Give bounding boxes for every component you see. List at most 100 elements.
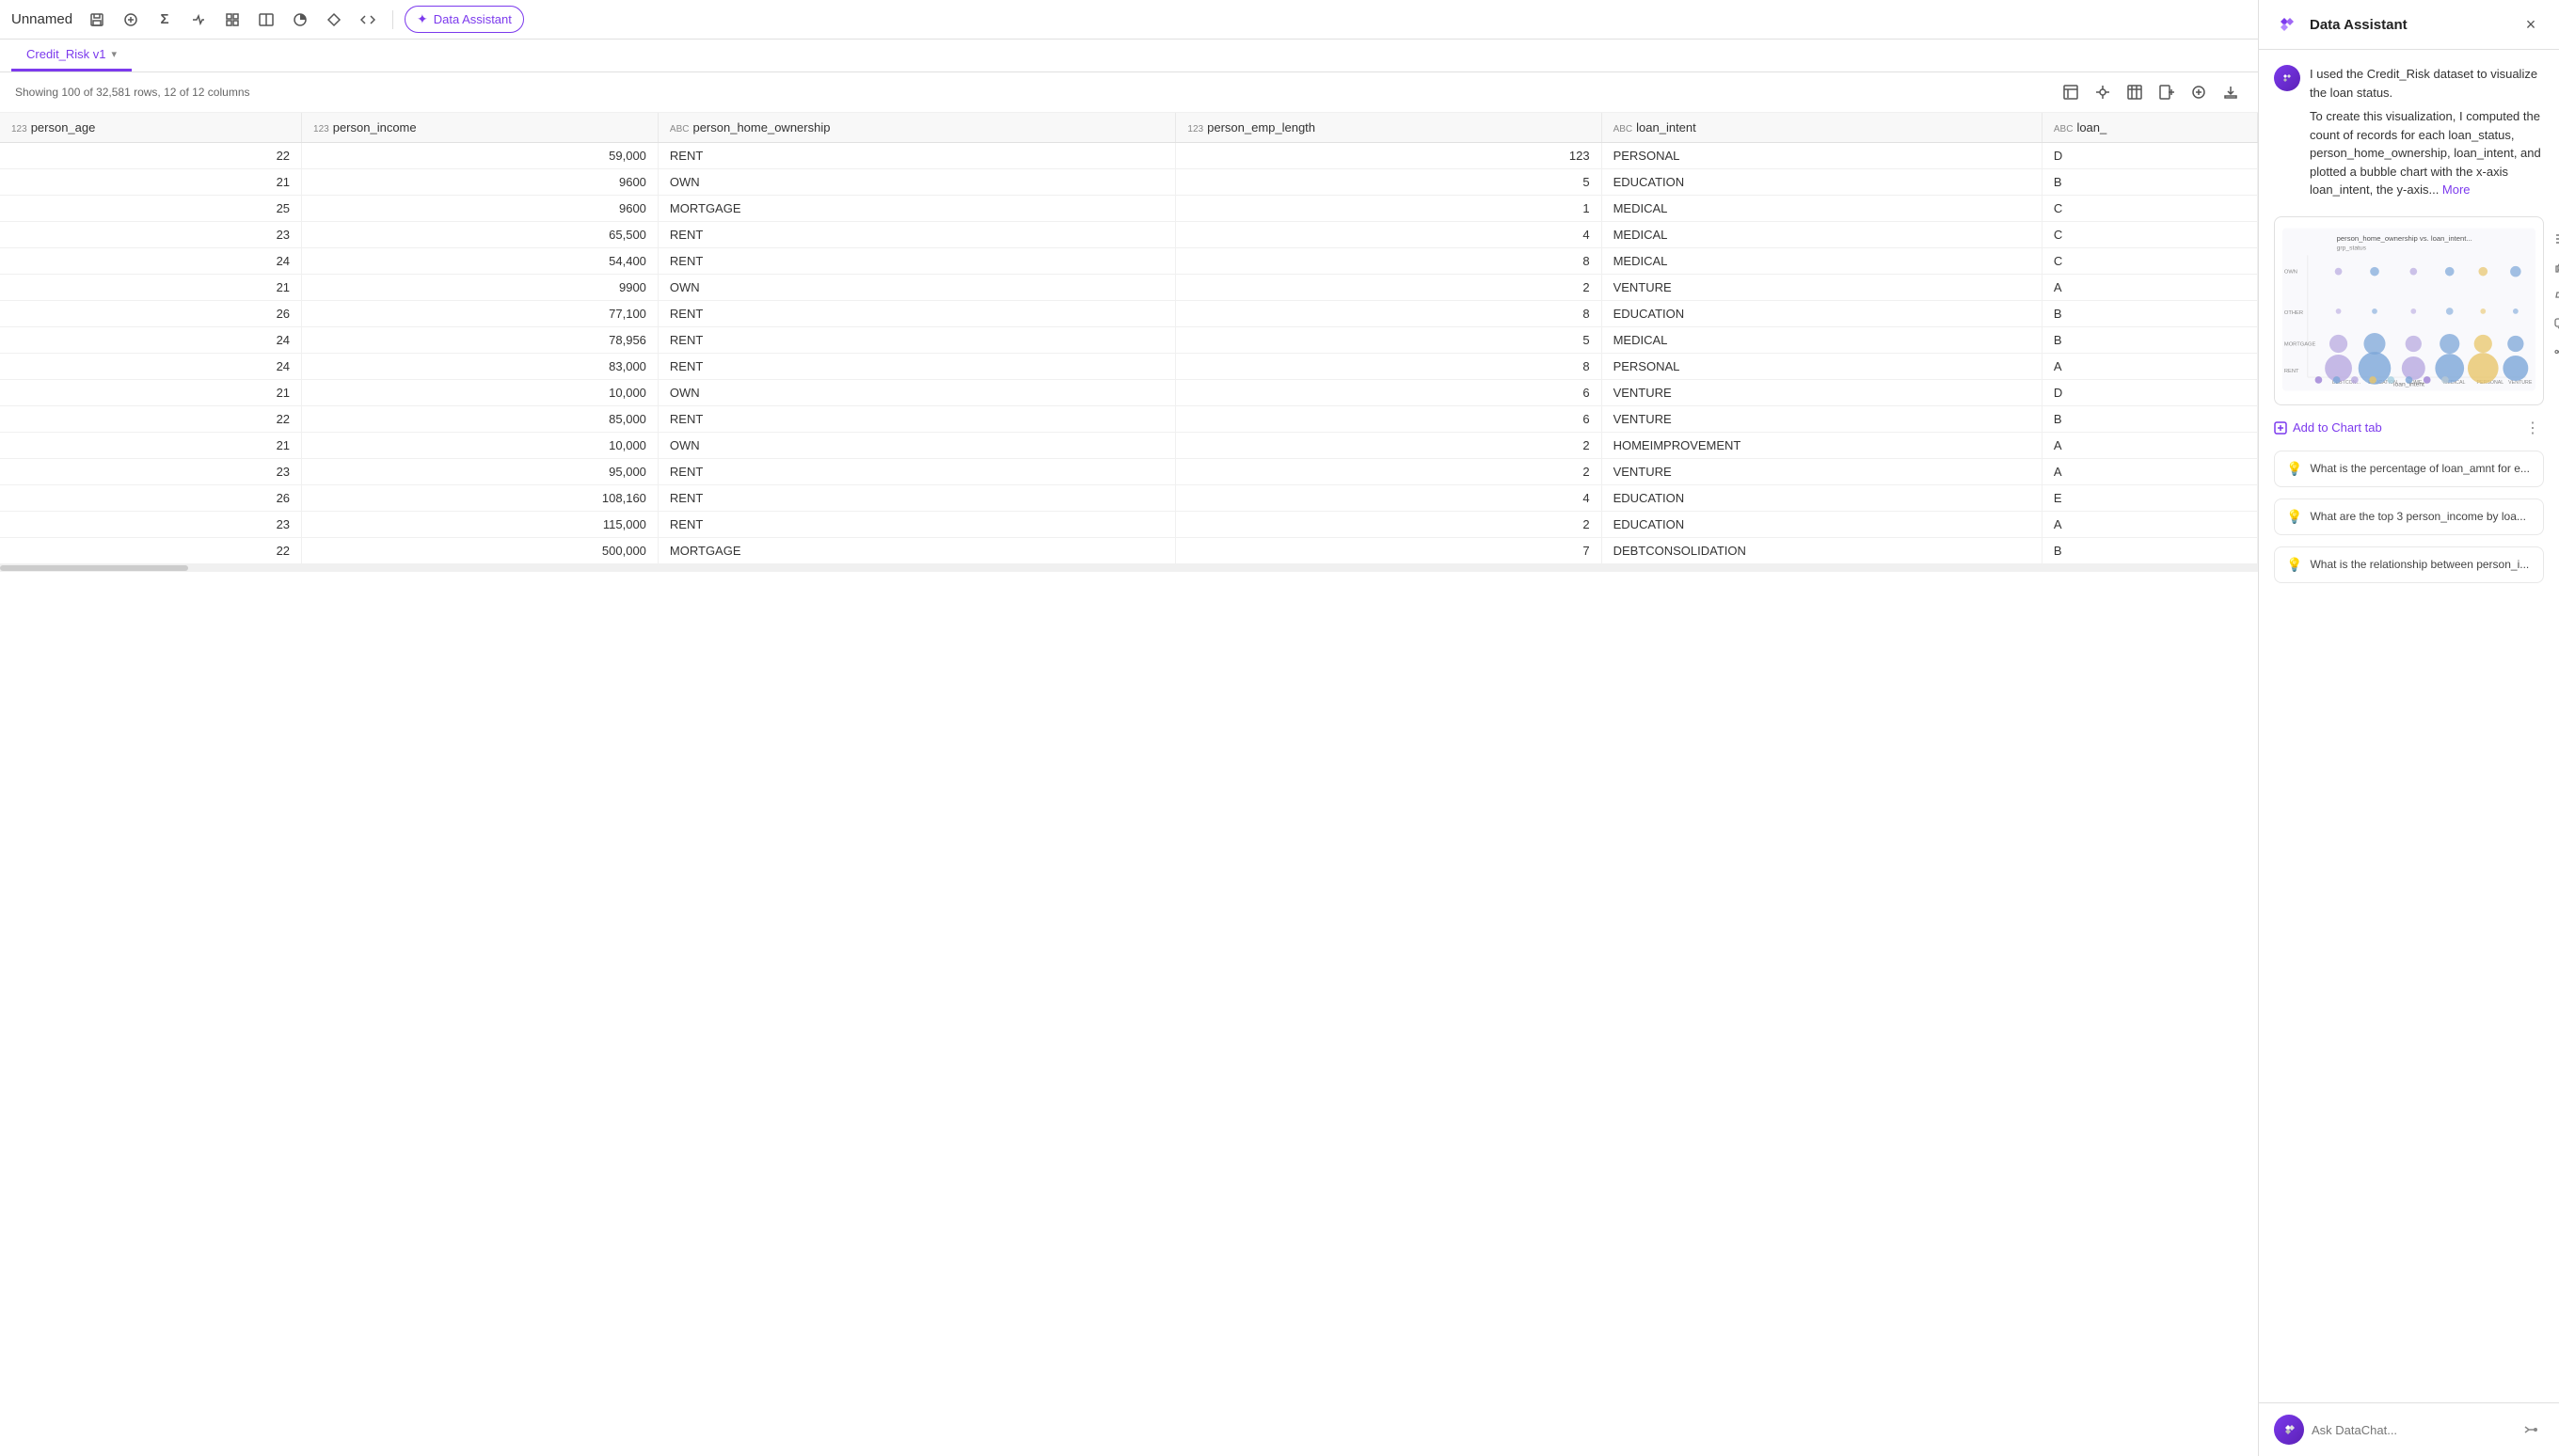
- table-cell: VENTURE: [1601, 380, 2042, 406]
- split-btn[interactable]: [253, 7, 279, 33]
- table-row: 2454,400RENT8MEDICALC: [0, 248, 2258, 275]
- table-cell: PERSONAL: [1601, 354, 2042, 380]
- table-cell: 23: [0, 512, 302, 538]
- table-row: 2478,956RENT5MEDICALB: [0, 327, 2258, 354]
- chart-preview-container: person_home_ownership vs. loan_intent...…: [2274, 216, 2544, 405]
- bubble-chart: person_home_ownership vs. loan_intent...…: [2282, 225, 2535, 394]
- table-cell: 8: [1176, 354, 1601, 380]
- suggestion-item-3[interactable]: 💡 What is the relationship between perso…: [2274, 546, 2544, 583]
- col-person-income[interactable]: 123person_income: [302, 113, 659, 143]
- send-btn[interactable]: [2518, 1416, 2544, 1443]
- flow-btn[interactable]: [185, 7, 212, 33]
- comment-btn[interactable]: [2550, 312, 2559, 335]
- add-chart-row: Add to Chart tab ⋮: [2274, 417, 2544, 439]
- code-btn[interactable]: [355, 7, 381, 33]
- tab-dropdown-icon[interactable]: ▾: [112, 48, 118, 60]
- table-cell: MEDICAL: [1601, 327, 2042, 354]
- sparkle-icon: ✦: [417, 11, 428, 27]
- suggestion-item-1[interactable]: 💡 What is the percentage of loan_amnt fo…: [2274, 451, 2544, 487]
- table-cell: MEDICAL: [1601, 222, 2042, 248]
- chart-side-actions: [2550, 224, 2559, 363]
- table-cell: 6: [1176, 380, 1601, 406]
- table-cell: 9900: [302, 275, 659, 301]
- more-options-btn[interactable]: ⋮: [2521, 417, 2544, 439]
- data-table: 123person_age 123person_income ABCperson…: [0, 113, 2258, 564]
- table-cell: VENTURE: [1601, 275, 2042, 301]
- pie-chart-btn[interactable]: [287, 7, 313, 33]
- table-cell: 9600: [302, 196, 659, 222]
- share-btn[interactable]: [2550, 340, 2559, 363]
- table-cell: RENT: [658, 327, 1176, 354]
- table-cell: A: [2042, 512, 2257, 538]
- dataset-info-icons: [2058, 80, 2243, 104]
- svg-text:MORTGAGE: MORTGAGE: [2284, 341, 2316, 347]
- col-person-age[interactable]: 123person_age: [0, 113, 302, 143]
- table-cell: E: [2042, 485, 2257, 512]
- table-cell: 5: [1176, 169, 1601, 196]
- columns-btn[interactable]: [2122, 80, 2147, 104]
- suggestion-icon-2: 💡: [2286, 509, 2302, 525]
- table-cell: 9600: [302, 169, 659, 196]
- data-table-container: 123person_age 123person_income ABCperson…: [0, 113, 2258, 1456]
- assistant-panel: Data Assistant × I used the Credit_Risk …: [2258, 0, 2559, 1456]
- more-link[interactable]: More: [2442, 182, 2471, 197]
- thumbs-down-btn[interactable]: [2550, 284, 2559, 307]
- table-cell: RENT: [658, 512, 1176, 538]
- table-cell: 8: [1176, 248, 1601, 275]
- table-scrollbar[interactable]: [0, 564, 2258, 572]
- table-cell: 22: [0, 538, 302, 564]
- add-tab-btn[interactable]: [118, 7, 144, 33]
- data-assistant-button[interactable]: ✦ Data Assistant: [405, 6, 524, 33]
- add-to-chart-btn[interactable]: Add to Chart tab: [2274, 417, 2382, 438]
- table-row: 219600OWN5EDUCATIONB: [0, 169, 2258, 196]
- toolbar-separator: [392, 10, 393, 29]
- assistant-close-btn[interactable]: ×: [2518, 11, 2544, 38]
- table-cell: EDUCATION: [1601, 169, 2042, 196]
- table-row: 23115,000RENT2EDUCATIONA: [0, 512, 2258, 538]
- download-btn[interactable]: [2218, 80, 2243, 104]
- table-cell: 21: [0, 275, 302, 301]
- table-cell: 21: [0, 433, 302, 459]
- table-cell: 123: [1176, 143, 1601, 169]
- grid-btn[interactable]: [219, 7, 246, 33]
- suggestion-icon-3: 💡: [2286, 557, 2302, 573]
- table-view-btn[interactable]: [2058, 80, 2083, 104]
- thumbs-up-btn[interactable]: [2550, 256, 2559, 278]
- plus-btn[interactable]: [2186, 80, 2211, 104]
- table-cell: 22: [0, 143, 302, 169]
- table-cell: RENT: [658, 301, 1176, 327]
- table-cell: 4: [1176, 485, 1601, 512]
- table-cell: C: [2042, 196, 2257, 222]
- credit-risk-tab[interactable]: Credit_Risk v1 ▾: [11, 40, 132, 71]
- col-person-home-ownership[interactable]: ABCperson_home_ownership: [658, 113, 1176, 143]
- filter-btn[interactable]: [2090, 80, 2115, 104]
- suggestion-item-2[interactable]: 💡 What are the top 3 person_income by lo…: [2274, 499, 2544, 535]
- dataset-summary: Showing 100 of 32,581 rows, 12 of 12 col…: [15, 86, 250, 99]
- table-row: 2365,500RENT4MEDICALC: [0, 222, 2258, 248]
- col-loan-intent[interactable]: ABCloan_intent: [1601, 113, 2042, 143]
- ask-input[interactable]: [2312, 1423, 2510, 1437]
- col-person-emp-length[interactable]: 123person_emp_length: [1176, 113, 1601, 143]
- toolbar: Unnamed Σ: [0, 0, 2258, 40]
- table-row: 2395,000RENT2VENTUREA: [0, 459, 2258, 485]
- table-cell: RENT: [658, 485, 1176, 512]
- tab-label: Credit_Risk v1: [26, 47, 106, 61]
- list-view-btn[interactable]: [2550, 228, 2559, 250]
- table-cell: 59,000: [302, 143, 659, 169]
- add-column-btn[interactable]: [2154, 80, 2179, 104]
- svg-text:VENTURE: VENTURE: [2508, 379, 2533, 385]
- diamond-btn[interactable]: [321, 7, 347, 33]
- save-icon-btn[interactable]: [84, 7, 110, 33]
- col-loan[interactable]: ABCloan_: [2042, 113, 2257, 143]
- table-cell: HOMEIMPROVEMENT: [1601, 433, 2042, 459]
- assistant-avatar: [2274, 65, 2300, 91]
- chart-preview: person_home_ownership vs. loan_intent...…: [2274, 216, 2544, 405]
- table-cell: 77,100: [302, 301, 659, 327]
- dataset-info-row: Showing 100 of 32,581 rows, 12 of 12 col…: [0, 72, 2258, 113]
- sigma-btn[interactable]: Σ: [151, 7, 178, 33]
- table-cell: 2: [1176, 459, 1601, 485]
- table-cell: D: [2042, 380, 2257, 406]
- table-cell: EDUCATION: [1601, 485, 2042, 512]
- table-scrollbar-thumb[interactable]: [0, 565, 188, 571]
- table-cell: 5: [1176, 327, 1601, 354]
